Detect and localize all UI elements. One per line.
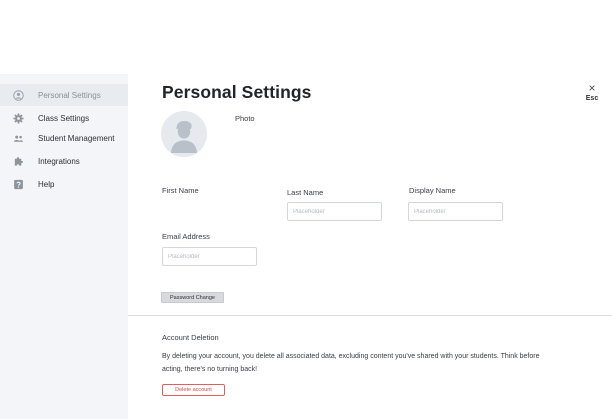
sidebar-item-label: Help xyxy=(38,179,55,189)
sidebar-item-class-settings[interactable]: Class Settings xyxy=(0,107,128,129)
email-input[interactable] xyxy=(162,247,257,266)
close-button[interactable]: × Esc xyxy=(584,81,600,103)
account-deletion-title: Account Deletion xyxy=(162,333,219,342)
email-label: Email Address xyxy=(162,232,210,241)
help-icon xyxy=(12,178,24,190)
sidebar-item-personal-settings[interactable]: Personal Settings xyxy=(0,84,128,106)
sidebar-item-student-management[interactable]: Student Management xyxy=(0,127,128,149)
page-title: Personal Settings xyxy=(162,82,312,102)
user-circle-icon xyxy=(12,89,24,101)
display-name-label: Display Name xyxy=(409,186,456,195)
first-name-label: First Name xyxy=(162,186,199,195)
people-icon xyxy=(12,132,24,144)
password-change-button[interactable]: Password Change xyxy=(161,292,224,303)
close-icon: × xyxy=(588,81,596,95)
last-name-label: Last Name xyxy=(287,188,324,197)
account-deletion-description: By deleting your account, you delete all… xyxy=(162,353,540,373)
sidebar-item-integrations[interactable]: Integrations xyxy=(0,150,128,172)
section-divider xyxy=(128,315,612,316)
sidebar-item-help[interactable]: Help xyxy=(0,173,128,195)
sidebar: Personal Settings Class Settings Student… xyxy=(0,74,128,419)
puzzle-icon xyxy=(12,155,24,167)
avatar-placeholder-icon xyxy=(161,111,207,157)
photo-label: Photo xyxy=(235,114,255,123)
sidebar-item-label: Integrations xyxy=(38,156,80,166)
last-name-input[interactable] xyxy=(287,202,382,221)
avatar[interactable] xyxy=(161,111,207,157)
sidebar-item-label: Class Settings xyxy=(38,113,90,123)
sidebar-item-label: Personal Settings xyxy=(38,90,101,100)
sidebar-item-label: Student Management xyxy=(38,133,115,143)
display-name-input[interactable] xyxy=(408,202,503,221)
delete-account-button[interactable]: Delete account xyxy=(162,384,225,396)
close-label: Esc xyxy=(585,95,599,102)
gear-icon xyxy=(12,112,24,124)
